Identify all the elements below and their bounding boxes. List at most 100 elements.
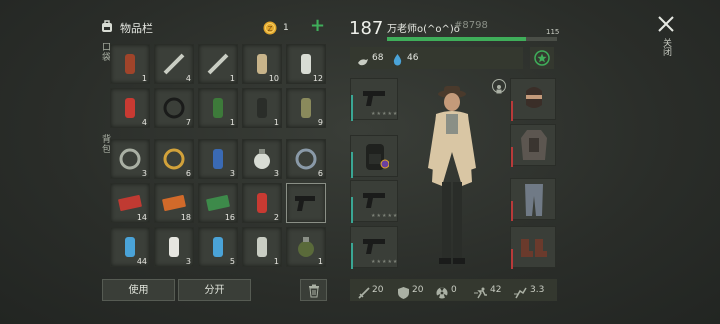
item-count: 7 <box>185 118 191 127</box>
durability-bar <box>351 152 353 178</box>
item-count: 3 <box>229 169 235 178</box>
durability-bar <box>511 249 513 269</box>
rating-stars: ★★★★★ <box>371 259 399 265</box>
item-count: 3 <box>185 257 191 266</box>
backpack-icon <box>100 18 114 32</box>
character-portrait <box>416 82 488 272</box>
speed-icon <box>474 284 488 303</box>
inventory-slot[interactable]: 14 <box>110 183 150 223</box>
inventory-slot[interactable]: 3 <box>198 139 238 179</box>
player-level: 187 <box>349 18 384 39</box>
weapon-slot-3[interactable]: ★★★★★ <box>350 226 399 269</box>
body-slot[interactable] <box>510 124 556 167</box>
water-icon <box>393 51 402 70</box>
inventory-slot[interactable]: 10 <box>242 44 282 84</box>
weapon-slot-1[interactable]: ★★★★★ <box>350 78 399 121</box>
add-coins-button[interactable]: + <box>310 15 325 36</box>
item-count: 16 <box>224 213 235 222</box>
durability-bar <box>351 243 353 269</box>
radiation-icon <box>436 284 448 303</box>
durability-bar <box>351 197 353 223</box>
item-count: 3 <box>273 169 279 178</box>
use-button[interactable]: 使用 <box>102 279 175 301</box>
stealth-icon <box>514 284 528 303</box>
coin-count: 1 <box>283 23 289 33</box>
attack-value: 20 <box>372 285 384 295</box>
inventory-slot[interactable]: 6 <box>286 139 326 179</box>
inventory-slot[interactable]: 16 <box>198 183 238 223</box>
inventory-slot[interactable]: 1 <box>198 44 238 84</box>
water-value: 46 <box>407 53 419 63</box>
item-count: 6 <box>317 169 323 178</box>
defense-value: 20 <box>412 285 424 295</box>
svg-text:Z: Z <box>268 25 273 33</box>
split-button[interactable]: 分开 <box>178 279 251 301</box>
item-count: 5 <box>229 257 235 266</box>
inventory-slot[interactable]: 3 <box>242 139 282 179</box>
food-value: 68 <box>372 53 384 63</box>
item-count: 10 <box>268 74 279 83</box>
defense-icon <box>398 284 409 303</box>
inventory-slot[interactable]: 3 <box>110 139 150 179</box>
item-count: 9 <box>317 118 323 127</box>
inventory-title: 物品栏 <box>120 22 153 35</box>
trash-icon <box>308 284 320 301</box>
inventory-slot[interactable]: 2 <box>242 183 282 223</box>
close-button[interactable] <box>656 14 678 36</box>
inventory-slot[interactable]: 1 <box>286 227 326 267</box>
durability-bar <box>511 147 513 167</box>
inventory-slot[interactable]: 1 <box>198 88 238 128</box>
weapon-slot-2[interactable]: ★★★★★ <box>350 180 399 223</box>
inventory-slot[interactable]: 1 <box>242 227 282 267</box>
inventory-slot[interactable]: 6 <box>154 139 194 179</box>
rating-stars: ★★★★★ <box>371 213 399 219</box>
attack-icon <box>358 284 370 303</box>
item-count: 4 <box>141 118 147 127</box>
inventory-slot[interactable]: 3 <box>154 227 194 267</box>
item-count: 1 <box>141 74 147 83</box>
durability-bar <box>511 101 513 121</box>
inventory-slot[interactable] <box>286 183 326 223</box>
xp-value: 115 <box>546 28 560 36</box>
durability-bar <box>511 201 513 221</box>
legs-slot[interactable] <box>510 178 556 221</box>
stats-bar: 20 20 0 42 3.3 <box>350 279 557 301</box>
appearance-button[interactable] <box>492 79 506 94</box>
food-icon <box>357 52 369 71</box>
inventory-slot[interactable]: 5 <box>198 227 238 267</box>
level-badge-button[interactable] <box>530 47 554 69</box>
xp-bar-track <box>387 37 557 41</box>
feet-slot[interactable] <box>510 226 556 269</box>
inventory-slot[interactable]: 4 <box>154 44 194 84</box>
trash-button[interactable] <box>300 279 327 301</box>
speed-value: 42 <box>490 285 502 295</box>
inventory-slot[interactable]: 18 <box>154 183 194 223</box>
character-icon <box>493 80 505 99</box>
backpack-slot[interactable] <box>350 135 398 178</box>
item-count: 6 <box>185 169 191 178</box>
xp-bar-fill <box>387 37 527 41</box>
inventory-slot[interactable]: 9 <box>286 88 326 128</box>
item-count: 12 <box>312 74 323 83</box>
star-badge-icon <box>530 50 554 73</box>
coin-icon: Z <box>263 20 277 35</box>
item-count: 14 <box>136 213 147 222</box>
item-count: 3 <box>141 169 147 178</box>
item-count: 1 <box>317 257 323 266</box>
head-slot[interactable] <box>510 78 556 121</box>
inventory-slot[interactable]: 1 <box>110 44 150 84</box>
inventory-slot[interactable]: 12 <box>286 44 326 84</box>
close-label: 关闭 <box>661 38 671 56</box>
inventory-slot[interactable]: 44 <box>110 227 150 267</box>
item-count: 18 <box>180 213 191 222</box>
inventory-slot[interactable]: 1 <box>242 88 282 128</box>
player-name: 万老师o(^o^)o <box>387 24 460 35</box>
item-count: 44 <box>136 257 147 266</box>
inventory-slot[interactable]: 7 <box>154 88 194 128</box>
close-icon <box>656 16 676 38</box>
radiation-value: 0 <box>451 285 457 295</box>
inventory-slot[interactable]: 4 <box>110 88 150 128</box>
durability-bar <box>351 95 353 121</box>
item-count: 1 <box>273 118 279 127</box>
rating-stars: ★★★★★ <box>371 111 399 117</box>
